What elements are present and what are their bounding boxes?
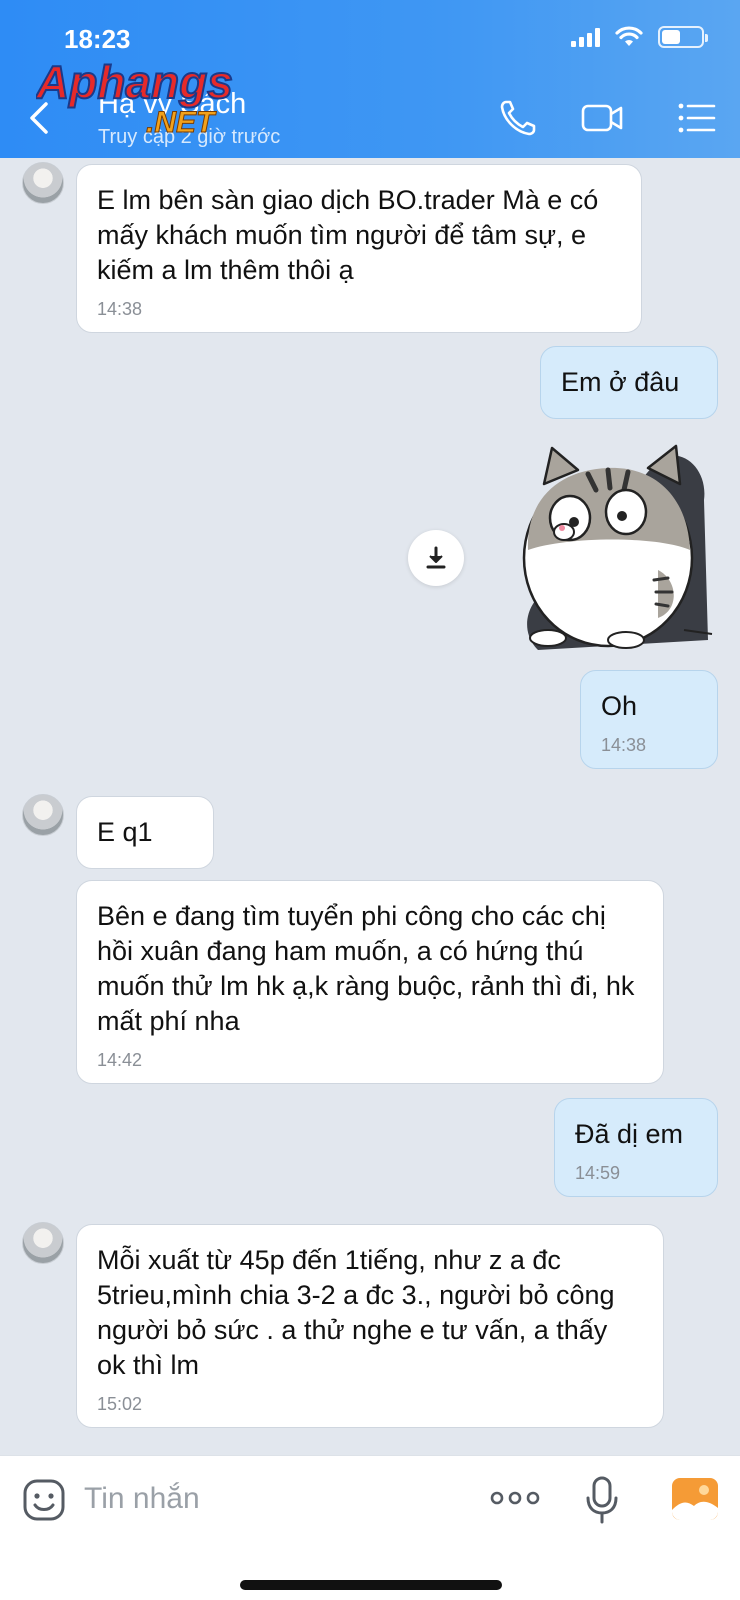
message-composer: [0, 1455, 740, 1600]
emoji-icon[interactable]: [22, 1478, 66, 1522]
message-bubble-incoming[interactable]: E q1: [76, 796, 214, 869]
message-bubble-incoming[interactable]: E lm bên sàn giao dịch BO.trader Mà e có…: [76, 164, 642, 333]
avatar[interactable]: [22, 1222, 64, 1264]
avatar[interactable]: [22, 162, 64, 204]
contact-name[interactable]: Hạ vy Sách: [98, 88, 246, 121]
message-text: E lm bên sàn giao dịch BO.trader Mà e có…: [97, 185, 599, 285]
download-button[interactable]: [408, 530, 464, 586]
back-arrow-icon[interactable]: [22, 98, 56, 138]
battery-icon: [658, 26, 708, 48]
wifi-icon: [615, 26, 643, 46]
message-bubble-outgoing[interactable]: Em ở đâu: [540, 346, 718, 419]
phone-icon[interactable]: [496, 96, 540, 140]
message-time: 14:42: [97, 1050, 143, 1070]
message-text: Mỗi xuất từ 45p đến 1tiếng, như z a đc 5…: [97, 1245, 615, 1380]
microphone-icon[interactable]: [584, 1476, 620, 1524]
message-text: Em ở đâu: [561, 367, 680, 397]
video-camera-icon[interactable]: [580, 96, 624, 140]
contact-status: Truy cập 2 giờ trước: [98, 126, 281, 148]
status-icons: [571, 26, 708, 48]
cellular-signal-icon: [571, 27, 600, 47]
message-time: 14:59: [575, 1163, 621, 1183]
image-icon[interactable]: [672, 1478, 718, 1520]
home-indicator: [240, 1580, 502, 1590]
cat-sticker-image[interactable]: [508, 440, 720, 656]
message-text: Đã dị em: [575, 1119, 684, 1149]
message-bubble-outgoing[interactable]: Oh 14:38: [580, 670, 718, 769]
message-text: Oh: [601, 691, 638, 721]
avatar[interactable]: [22, 794, 64, 836]
more-dots-icon[interactable]: [490, 1486, 540, 1510]
message-time: 14:38: [97, 299, 143, 319]
status-time: 18:23: [64, 24, 131, 54]
message-text: Bên e đang tìm tuyển phi công cho các ch…: [97, 901, 635, 1036]
download-icon: [426, 546, 446, 569]
message-list[interactable]: E lm bên sàn giao dịch BO.trader Mà e có…: [0, 158, 740, 1455]
message-input[interactable]: [84, 1476, 464, 1522]
message-time: 14:38: [601, 735, 647, 755]
message-bubble-incoming[interactable]: Bên e đang tìm tuyển phi công cho các ch…: [76, 880, 664, 1084]
message-bubble-incoming[interactable]: Mỗi xuất từ 45p đến 1tiếng, như z a đc 5…: [76, 1224, 664, 1428]
message-bubble-outgoing[interactable]: Đã dị em 14:59: [554, 1098, 718, 1197]
message-text: E q1: [97, 817, 153, 847]
message-time: 15:02: [97, 1394, 143, 1414]
chat-header: 18:23 Hạ vy Sách Truy cập 2 giờ trước Ap…: [0, 0, 740, 158]
list-menu-icon[interactable]: [676, 96, 720, 140]
